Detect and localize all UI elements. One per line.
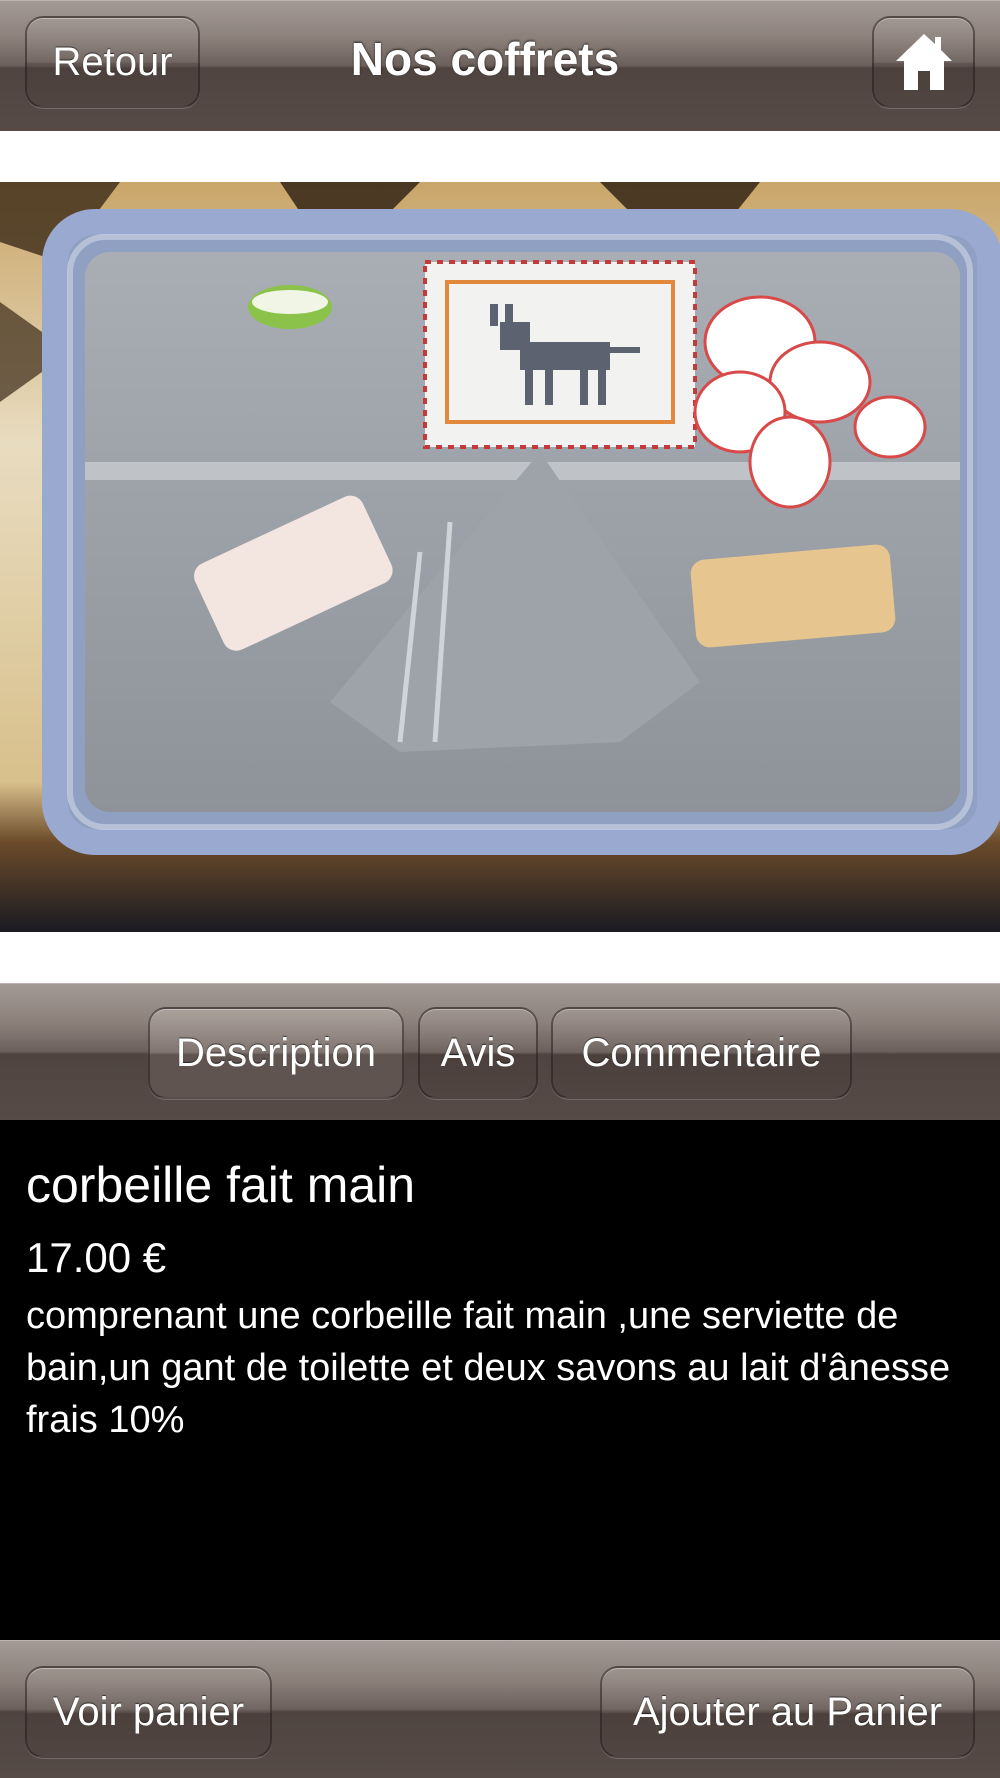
- tab-commentaire[interactable]: Commentaire: [551, 1007, 852, 1099]
- back-button[interactable]: Retour: [25, 16, 200, 108]
- tab-avis[interactable]: Avis: [418, 1007, 538, 1099]
- add-to-cart-button[interactable]: Ajouter au Panier: [600, 1666, 975, 1758]
- bottom-bar: Voir panier Ajouter au Panier: [0, 1640, 1000, 1778]
- tab-bar: Description Avis Commentaire: [0, 983, 1000, 1120]
- home-icon: [895, 34, 952, 90]
- spacer-top: [0, 131, 1000, 182]
- product-image: [0, 182, 1000, 932]
- product-details: corbeille fait main 17.00 € comprenant u…: [0, 1120, 1000, 1640]
- view-cart-button[interactable]: Voir panier: [25, 1666, 272, 1758]
- product-price: 17.00 €: [26, 1234, 167, 1281]
- product-name: corbeille fait main: [26, 1157, 416, 1213]
- page-title: Nos coffrets: [350, 33, 620, 85]
- home-button[interactable]: [872, 16, 975, 108]
- product-photo: [0, 182, 1000, 932]
- tab-description[interactable]: Description: [148, 1007, 404, 1099]
- spacer-bottom: [0, 932, 1000, 983]
- top-nav-bar: Retour Nos coffrets: [0, 0, 1000, 131]
- product-description: comprenant une corbeille fait main ,une …: [26, 1295, 951, 1441]
